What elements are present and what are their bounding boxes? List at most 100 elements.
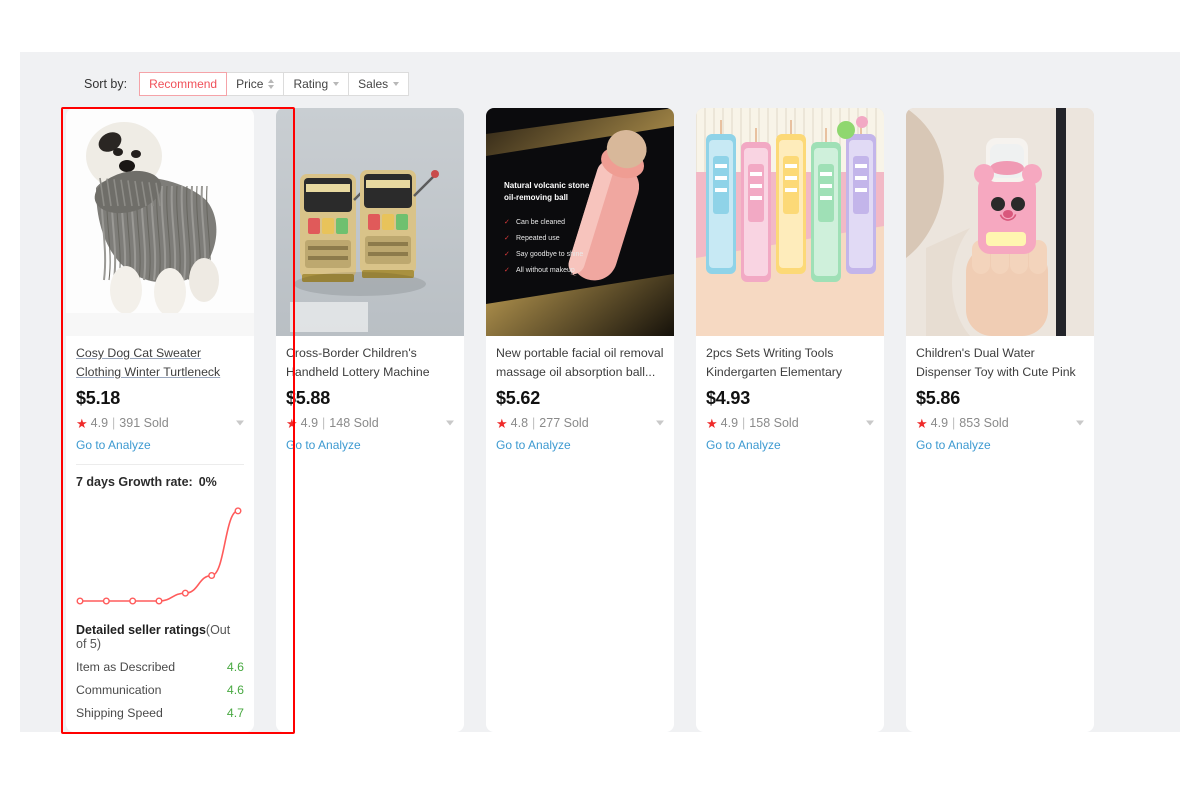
rating-separator: | [532, 416, 536, 430]
go-to-analyze-link[interactable]: Go to Analyze [706, 438, 781, 452]
rating-separator: | [112, 416, 116, 430]
product-sold-count: 277 Sold [539, 416, 589, 430]
results-page: Sort by: Recommend Price Rating Sales Co… [20, 52, 1180, 732]
go-to-analyze-link[interactable]: Go to Analyze [286, 438, 361, 452]
star-icon: ★ [76, 415, 88, 431]
growth-rate-sparkline [76, 507, 242, 605]
product-info: Cosy Dog Cat Sweater Clothing Winter Tur… [66, 336, 254, 732]
product-rating-value: 4.8 [510, 416, 529, 430]
product-sold-count: 148 Sold [329, 416, 379, 430]
product-rating-value: 4.9 [300, 416, 319, 430]
chevron-down-icon[interactable] [656, 420, 664, 426]
sort-bar: Sort by: Recommend Price Rating Sales [84, 72, 410, 96]
product-title[interactable]: New portable facial oil removal massage … [496, 344, 664, 382]
star-icon: ★ [496, 415, 508, 431]
product-rating-value: 4.9 [930, 416, 949, 430]
sort-option-recommend-label: Recommend [149, 77, 218, 91]
card-divider [76, 464, 244, 465]
go-to-analyze-link[interactable]: Go to Analyze [76, 438, 151, 452]
seller-rating-name: Item as Described [76, 660, 176, 674]
product-info: New portable facial oil removal massage … [486, 336, 674, 466]
product-rating-row: ★ 4.8 | 277 Sold [496, 416, 664, 430]
rating-separator: | [322, 416, 326, 430]
product-info: 2pcs Sets Writing Tools Kindergarten Ele… [696, 336, 884, 466]
product-title[interactable]: 2pcs Sets Writing Tools Kindergarten Ele… [706, 344, 874, 382]
sparkline-point [181, 589, 189, 597]
product-card[interactable]: Cross-Border Children's Handheld Lottery… [276, 108, 464, 732]
product-price: $5.88 [286, 388, 331, 408]
product-price: $5.62 [496, 388, 541, 408]
chevron-down-icon[interactable] [446, 420, 454, 426]
sort-by-label: Sort by: [84, 77, 128, 91]
chevron-down-icon[interactable] [866, 420, 874, 426]
chevron-down-icon[interactable] [236, 420, 244, 426]
sparkline-point [155, 597, 163, 605]
product-sold-count: 158 Sold [749, 416, 799, 430]
product-image[interactable] [276, 108, 464, 336]
sort-option-rating[interactable]: Rating [284, 72, 350, 96]
seller-rating-score: 4.7 [226, 706, 244, 720]
sort-option-recommend[interactable]: Recommend [139, 72, 228, 96]
dsr-title-text: Detailed seller ratings [76, 623, 206, 637]
sort-updown-icon [268, 79, 275, 89]
seller-rating-name: Communication [76, 683, 162, 697]
sparkline-path [79, 510, 239, 602]
seller-rating-score: 4.6 [226, 683, 244, 697]
sort-options-group: Recommend Price Rating Sales [139, 72, 410, 96]
detailed-seller-ratings-title: Detailed seller ratings(Out of 5) [76, 623, 244, 651]
seller-rating-row: Communication 4.6 [76, 683, 244, 697]
growth-chart [76, 493, 244, 621]
product-price: $4.93 [706, 388, 751, 408]
rating-separator: | [952, 416, 956, 430]
product-rating-row: ★ 4.9 | 148 Sold [286, 416, 454, 430]
sort-option-sales-label: Sales [358, 77, 389, 91]
star-icon: ★ [916, 415, 928, 431]
product-info: Cross-Border Children's Handheld Lottery… [276, 336, 464, 466]
growth-rate-label: 7 days Growth rate: [76, 475, 193, 489]
product-title[interactable]: Cosy Dog Cat Sweater Clothing Winter Tur… [76, 344, 244, 382]
product-rating-row: ★ 4.9 | 158 Sold [706, 416, 874, 430]
seller-rating-score: 4.6 [226, 660, 244, 674]
product-rating-row: ★ 4.9 | 853 Sold [916, 416, 1084, 430]
rating-separator: | [742, 416, 746, 430]
sparkline-point [129, 597, 137, 605]
product-rating-value: 4.9 [90, 416, 109, 430]
sort-option-sales[interactable]: Sales [349, 72, 410, 96]
product-image[interactable] [696, 108, 884, 336]
sparkline-point [76, 597, 84, 605]
sort-option-price[interactable]: Price [227, 72, 285, 96]
product-price: $5.18 [76, 388, 121, 408]
go-to-analyze-link[interactable]: Go to Analyze [496, 438, 571, 452]
product-rating-row: ★ 4.9 | 391 Sold [76, 416, 244, 430]
seller-rating-name: Shipping Speed [76, 706, 163, 720]
product-rating-value: 4.9 [720, 416, 739, 430]
growth-rate-value: 0% [198, 475, 217, 489]
chevron-down-icon [333, 82, 340, 86]
sort-option-rating-label: Rating [293, 77, 329, 91]
star-icon: ★ [706, 415, 718, 431]
product-sold-count: 391 Sold [119, 416, 169, 430]
product-image[interactable] [486, 108, 674, 336]
seller-rating-row: Shipping Speed 4.7 [76, 706, 244, 720]
sparkline-point [102, 597, 110, 605]
chevron-down-icon [393, 82, 400, 86]
product-grid: Cosy Dog Cat Sweater Clothing Winter Tur… [66, 108, 1166, 732]
product-card[interactable]: Children's Dual Water Dispenser Toy with… [906, 108, 1094, 732]
product-image[interactable] [66, 108, 254, 336]
product-title[interactable]: Cross-Border Children's Handheld Lottery… [286, 344, 454, 382]
sparkline-point [234, 507, 242, 515]
product-price: $5.86 [916, 388, 961, 408]
go-to-analyze-link[interactable]: Go to Analyze [916, 438, 991, 452]
product-card[interactable]: New portable facial oil removal massage … [486, 108, 674, 732]
product-info: Children's Dual Water Dispenser Toy with… [906, 336, 1094, 466]
sparkline-point [208, 572, 216, 580]
star-icon: ★ [286, 415, 298, 431]
chevron-down-icon[interactable] [1076, 420, 1084, 426]
product-image[interactable] [906, 108, 1094, 336]
product-card[interactable]: 2pcs Sets Writing Tools Kindergarten Ele… [696, 108, 884, 732]
growth-rate-row: 7 days Growth rate: 0% [76, 475, 244, 489]
product-title[interactable]: Children's Dual Water Dispenser Toy with… [916, 344, 1084, 382]
product-card[interactable]: Cosy Dog Cat Sweater Clothing Winter Tur… [66, 108, 254, 732]
seller-rating-row: Item as Described 4.6 [76, 660, 244, 674]
product-sold-count: 853 Sold [959, 416, 1009, 430]
